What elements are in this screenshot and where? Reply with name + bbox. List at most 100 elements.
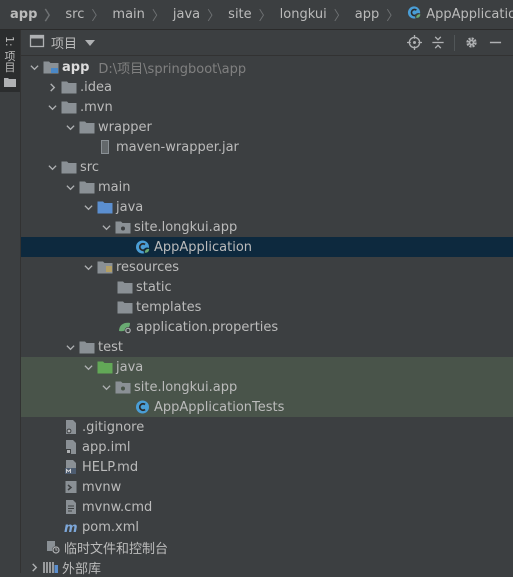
project-tool-tab[interactable]: 1: 项目: [0, 30, 20, 92]
tree-node-application-properties[interactable]: application.properties: [21, 317, 513, 337]
tree-node-label: app.iml: [82, 439, 131, 455]
package-icon: [115, 379, 131, 395]
tree-node-scratches[interactable]: 临时文件和控制台: [21, 537, 513, 557]
tree-node-test[interactable]: test: [21, 337, 513, 357]
tree-node-label: 外部库: [62, 561, 102, 577]
chevron-down-icon[interactable]: [63, 117, 77, 137]
tree-node-label: app: [62, 59, 90, 75]
tool-window-stripe: 1: 项目: [0, 30, 21, 573]
chevron-down-icon: [85, 39, 96, 46]
tree-node-label: main: [98, 179, 131, 195]
minimize-icon: [489, 41, 501, 44]
breadcrumb-label: java: [172, 7, 201, 22]
tree-node-maven-wrapper-jar[interactable]: maven-wrapper.jar: [21, 137, 513, 157]
tree-node-main-package[interactable]: site.longkui.app: [21, 217, 513, 237]
tree-node-pom-xml[interactable]: m pom.xml: [21, 517, 513, 537]
tree-node-appapplication[interactable]: AppApplication: [21, 237, 513, 257]
tree-node-label: wrapper: [98, 119, 152, 135]
chevron-right-icon: 〉: [207, 9, 221, 24]
chevron-down-icon[interactable]: [63, 337, 77, 357]
chevron-down-icon[interactable]: [27, 57, 41, 77]
shell-script-icon: [63, 479, 79, 495]
tree-node-label: site.longkui.app: [134, 219, 238, 235]
tree-node-label: .gitignore: [82, 419, 145, 435]
breadcrumb-item-site[interactable]: site 〉: [220, 5, 272, 24]
tree-node-label: pom.xml: [82, 519, 139, 535]
tree-node-test-package[interactable]: site.longkui.app: [21, 377, 513, 397]
iml-file-icon: [63, 439, 79, 455]
folder-icon: [61, 99, 77, 115]
chevron-right-icon: 〉: [258, 9, 272, 24]
breadcrumb: app 〉 src 〉 main 〉 java 〉 site 〉 longkui…: [0, 0, 513, 30]
tree-node-resources[interactable]: resources: [21, 257, 513, 277]
chevron-down-icon[interactable]: [63, 177, 77, 197]
hide-panel-button[interactable]: [483, 32, 507, 54]
tree-node-src[interactable]: src: [21, 157, 513, 177]
breadcrumb-item-main[interactable]: main 〉: [104, 5, 165, 24]
chevron-down-icon[interactable]: [81, 257, 95, 277]
tree-node-idea[interactable]: .idea: [21, 77, 513, 97]
chevron-down-icon[interactable]: [81, 197, 95, 217]
chevron-right-icon: 〉: [151, 9, 165, 24]
tree-node-main-java[interactable]: java: [21, 197, 513, 217]
chevron-down-icon[interactable]: [99, 377, 113, 397]
tree-node-label: java: [116, 199, 144, 215]
breadcrumb-item-appapplication[interactable]: AppApplication: [399, 5, 513, 24]
tree-node-app-root[interactable]: app D:\项目\springboot\app: [21, 57, 513, 77]
chevron-down-icon[interactable]: [99, 217, 113, 237]
tree-node-mvnw-cmd[interactable]: mvnw.cmd: [21, 497, 513, 517]
project-tree: app D:\项目\springboot\app .idea .mvn wrap…: [21, 57, 513, 577]
package-icon: [115, 219, 131, 235]
tree-node-mvnw[interactable]: mvnw: [21, 477, 513, 497]
folder-icon: [61, 159, 77, 175]
chevron-right-icon[interactable]: [45, 77, 59, 97]
gear-icon: [465, 37, 477, 48]
chevron-right-icon[interactable]: [27, 557, 41, 577]
tree-node-path: D:\项目\springboot\app: [98, 61, 247, 77]
tree-node-templates[interactable]: templates: [21, 297, 513, 317]
locate-file-button[interactable]: [402, 32, 426, 54]
folder-icon: [117, 279, 133, 295]
tree-node-gitignore[interactable]: .gitignore: [21, 417, 513, 437]
chevron-down-icon[interactable]: [81, 357, 95, 377]
tree-node-label: AppApplication: [154, 239, 253, 255]
tree-node-label: test: [98, 339, 123, 355]
tree-node-label: src: [80, 159, 99, 175]
tree-node-app-iml[interactable]: app.iml: [21, 437, 513, 457]
project-view-selector[interactable]: 项目: [21, 33, 96, 53]
chevron-down-icon[interactable]: [45, 97, 59, 117]
breadcrumb-item-app-package[interactable]: app 〉: [347, 5, 400, 24]
gitignore-file-icon: [63, 419, 79, 435]
settings-button[interactable]: [459, 32, 483, 54]
tree-node-external-libraries[interactable]: 外部库: [21, 557, 513, 577]
breadcrumb-item-longkui[interactable]: longkui 〉: [272, 5, 347, 24]
breadcrumb-label: site: [228, 7, 252, 22]
spring-properties-icon: [117, 319, 133, 335]
tree-node-mvn[interactable]: .mvn: [21, 97, 513, 117]
chevron-right-icon: 〉: [44, 9, 58, 24]
collapse-all-button[interactable]: [426, 32, 450, 54]
project-panel-title: 项目: [51, 37, 78, 52]
markdown-file-icon: [63, 459, 79, 475]
breadcrumb-item-src[interactable]: src 〉: [57, 5, 104, 24]
breadcrumb-item-java[interactable]: java 〉: [165, 5, 220, 24]
tree-node-test-java[interactable]: java: [21, 357, 513, 377]
tree-node-wrapper[interactable]: wrapper: [21, 117, 513, 137]
tree-node-help-md[interactable]: HELP.md: [21, 457, 513, 477]
chevron-right-icon: 〉: [386, 9, 400, 24]
tree-node-label: java: [116, 359, 144, 375]
folder-icon: [61, 79, 77, 95]
breadcrumb-label: app: [354, 7, 380, 22]
tree-node-appapplicationtests[interactable]: AppApplicationTests: [21, 397, 513, 417]
breadcrumb-item-app[interactable]: app 〉: [0, 5, 57, 24]
tree-node-main[interactable]: main: [21, 177, 513, 197]
breadcrumb-label: app: [10, 7, 38, 22]
tree-node-static[interactable]: static: [21, 277, 513, 297]
chevron-right-icon: 〉: [333, 9, 347, 24]
test-class-icon: [135, 399, 151, 415]
project-panel-header: 项目: [21, 30, 513, 56]
chevron-down-icon[interactable]: [45, 157, 59, 177]
breadcrumb-label: longkui: [279, 7, 327, 22]
breadcrumb-label: AppApplication: [426, 7, 513, 22]
jar-file-icon: [97, 139, 113, 155]
